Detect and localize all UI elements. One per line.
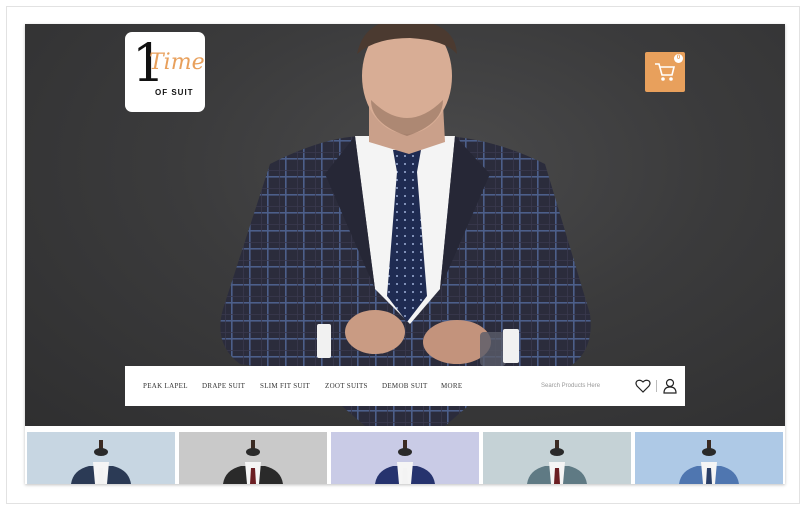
cart-icon [655,63,676,81]
product-card[interactable] [635,432,783,484]
product-image [483,432,631,484]
nav-item-slim-fit-suit[interactable]: SLIM FIT SUIT [260,366,310,406]
hero-banner: 1 Time OF SUIT 0 PEAK LAPEL DRAPE SUIT S… [25,24,785,426]
nav-divider [656,380,657,392]
product-card[interactable] [483,432,631,484]
brand-logo[interactable]: 1 Time OF SUIT [125,32,205,112]
user-icon[interactable] [663,378,677,394]
heart-icon[interactable] [635,379,651,393]
product-image [635,432,783,484]
product-card[interactable] [179,432,327,484]
nav-item-drape-suit[interactable]: DRAPE SUIT [202,366,245,406]
main-navigation: PEAK LAPEL DRAPE SUIT SLIM FIT SUIT ZOOT… [125,366,685,406]
logo-script-text: Time [149,50,205,75]
nav-item-peak-lapel[interactable]: PEAK LAPEL [143,366,188,406]
product-image [331,432,479,484]
logo-subtext: OF SUIT [155,88,194,97]
search-input[interactable]: Search Products Here [541,366,600,406]
nav-item-zoot-suits[interactable]: ZOOT SUITS [325,366,368,406]
product-image [179,432,327,484]
theme-preview: 1 Time OF SUIT 0 PEAK LAPEL DRAPE SUIT S… [25,24,785,484]
nav-item-demob-suit[interactable]: DEMOB SUIT [382,366,428,406]
product-card[interactable] [27,432,175,484]
product-image [27,432,175,484]
cart-button[interactable]: 0 [645,52,685,92]
product-card[interactable] [331,432,479,484]
cart-count-badge: 0 [674,54,683,63]
nav-item-more[interactable]: MORE [441,366,462,406]
product-strip [25,426,785,484]
